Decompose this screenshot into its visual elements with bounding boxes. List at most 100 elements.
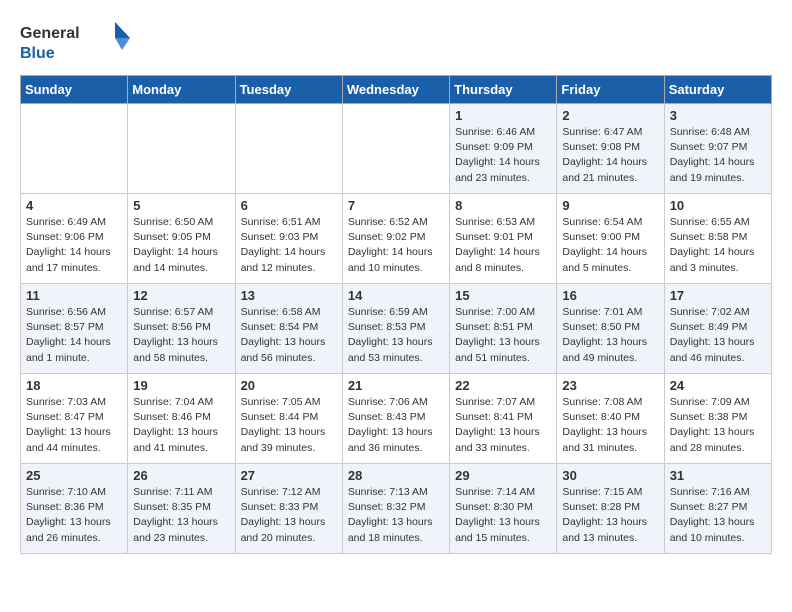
day-cell: 2Sunrise: 6:47 AM Sunset: 9:08 PM Daylig… xyxy=(557,104,664,194)
logo-icon: General Blue xyxy=(20,20,140,65)
day-number: 26 xyxy=(133,468,229,483)
day-cell: 24 Sunrise: 7:09 AM Sunset: 8:38 PM Dayli… xyxy=(664,374,771,464)
day-cell: 28 Sunrise: 7:13 AM Sunset: 8:32 PM Dayli… xyxy=(342,464,449,554)
day-cell: 9 Sunrise: 6:54 AM Sunset: 9:00 PM Daylig… xyxy=(557,194,664,284)
day-number: 31 xyxy=(670,468,766,483)
day-info: Sunrise: 6:59 AM Sunset: 8:53 PM Dayligh… xyxy=(348,305,444,366)
day-cell xyxy=(21,104,128,194)
day-info: Sunrise: 7:09 AM Sunset: 8:38 PM Dayligh… xyxy=(670,395,766,456)
day-info: Sunrise: 7:13 AM Sunset: 8:32 PM Dayligh… xyxy=(348,485,444,546)
day-cell: 17 Sunrise: 7:02 AM Sunset: 8:49 PM Dayli… xyxy=(664,284,771,374)
day-cell: 3 Sunrise: 6:48 AM Sunset: 9:07 PM Daylig… xyxy=(664,104,771,194)
col-header-thursday: Thursday xyxy=(450,76,557,104)
col-header-friday: Friday xyxy=(557,76,664,104)
day-cell: 31 Sunrise: 7:16 AM Sunset: 8:27 PM Dayli… xyxy=(664,464,771,554)
day-cell: 13 Sunrise: 6:58 AM Sunset: 8:54 PM Dayli… xyxy=(235,284,342,374)
day-cell: 10Sunrise: 6:55 AM Sunset: 8:58 PM Dayli… xyxy=(664,194,771,284)
svg-text:General: General xyxy=(20,25,80,42)
day-number: 25 xyxy=(26,468,122,483)
day-number: 7 xyxy=(348,198,444,213)
day-cell: 8Sunrise: 6:53 AM Sunset: 9:01 PM Daylig… xyxy=(450,194,557,284)
day-info: Sunrise: 6:57 AM Sunset: 8:56 PM Dayligh… xyxy=(133,305,229,366)
day-info: Sunrise: 7:08 AM Sunset: 8:40 PM Dayligh… xyxy=(562,395,658,456)
day-info: Sunrise: 7:05 AM Sunset: 8:44 PM Dayligh… xyxy=(241,395,337,456)
day-number: 30 xyxy=(562,468,658,483)
day-number: 11 xyxy=(26,288,122,303)
col-header-monday: Monday xyxy=(128,76,235,104)
day-cell: 27 Sunrise: 7:12 AM Sunset: 8:33 PM Dayli… xyxy=(235,464,342,554)
svg-text:Blue: Blue xyxy=(20,45,55,62)
week-row-3: 11 Sunrise: 6:56 AM Sunset: 8:57 PM Dayli… xyxy=(21,284,772,374)
day-info: Sunrise: 6:56 AM Sunset: 8:57 PM Dayligh… xyxy=(26,305,122,366)
day-info: Sunrise: 7:16 AM Sunset: 8:27 PM Dayligh… xyxy=(670,485,766,546)
day-info: Sunrise: 7:04 AM Sunset: 8:46 PM Dayligh… xyxy=(133,395,229,456)
day-number: 13 xyxy=(241,288,337,303)
day-info: Sunrise: 7:12 AM Sunset: 8:33 PM Dayligh… xyxy=(241,485,337,546)
day-info: Sunrise: 7:14 AM Sunset: 8:30 PM Dayligh… xyxy=(455,485,551,546)
day-cell: 5 Sunrise: 6:50 AM Sunset: 9:05 PM Daylig… xyxy=(128,194,235,284)
day-info: Sunrise: 6:48 AM Sunset: 9:07 PM Dayligh… xyxy=(670,125,766,186)
day-cell xyxy=(342,104,449,194)
day-info: Sunrise: 7:02 AM Sunset: 8:49 PM Dayligh… xyxy=(670,305,766,366)
day-number: 23 xyxy=(562,378,658,393)
day-number: 15 xyxy=(455,288,551,303)
day-number: 20 xyxy=(241,378,337,393)
day-number: 12 xyxy=(133,288,229,303)
day-number: 9 xyxy=(562,198,658,213)
col-header-tuesday: Tuesday xyxy=(235,76,342,104)
calendar-table: SundayMondayTuesdayWednesdayThursdayFrid… xyxy=(20,75,772,554)
day-cell: 14 Sunrise: 6:59 AM Sunset: 8:53 PM Dayli… xyxy=(342,284,449,374)
logo: General Blue xyxy=(20,20,140,65)
day-number: 5 xyxy=(133,198,229,213)
day-number: 17 xyxy=(670,288,766,303)
day-cell: 12 Sunrise: 6:57 AM Sunset: 8:56 PM Dayli… xyxy=(128,284,235,374)
day-info: Sunrise: 6:55 AM Sunset: 8:58 PM Dayligh… xyxy=(670,215,766,276)
week-row-4: 18 Sunrise: 7:03 AM Sunset: 8:47 PM Dayli… xyxy=(21,374,772,464)
day-number: 1 xyxy=(455,108,551,123)
day-number: 14 xyxy=(348,288,444,303)
day-info: Sunrise: 7:01 AM Sunset: 8:50 PM Dayligh… xyxy=(562,305,658,366)
week-row-5: 25 Sunrise: 7:10 AM Sunset: 8:36 PM Dayli… xyxy=(21,464,772,554)
day-number: 4 xyxy=(26,198,122,213)
day-info: Sunrise: 6:46 AM Sunset: 9:09 PM Dayligh… xyxy=(455,125,551,186)
day-cell: 16 Sunrise: 7:01 AM Sunset: 8:50 PM Dayli… xyxy=(557,284,664,374)
page-header: General Blue xyxy=(20,20,772,65)
day-info: Sunrise: 6:58 AM Sunset: 8:54 PM Dayligh… xyxy=(241,305,337,366)
day-info: Sunrise: 6:51 AM Sunset: 9:03 PM Dayligh… xyxy=(241,215,337,276)
day-number: 6 xyxy=(241,198,337,213)
day-cell: 19 Sunrise: 7:04 AM Sunset: 8:46 PM Dayli… xyxy=(128,374,235,464)
day-info: Sunrise: 6:50 AM Sunset: 9:05 PM Dayligh… xyxy=(133,215,229,276)
day-cell: 4Sunrise: 6:49 AM Sunset: 9:06 PM Daylig… xyxy=(21,194,128,284)
col-header-sunday: Sunday xyxy=(21,76,128,104)
day-cell: 22 Sunrise: 7:07 AM Sunset: 8:41 PM Dayli… xyxy=(450,374,557,464)
day-number: 18 xyxy=(26,378,122,393)
day-cell xyxy=(235,104,342,194)
day-number: 22 xyxy=(455,378,551,393)
week-row-1: 1 Sunrise: 6:46 AM Sunset: 9:09 PM Daylig… xyxy=(21,104,772,194)
day-number: 27 xyxy=(241,468,337,483)
day-number: 2 xyxy=(562,108,658,123)
day-info: Sunrise: 6:52 AM Sunset: 9:02 PM Dayligh… xyxy=(348,215,444,276)
col-header-wednesday: Wednesday xyxy=(342,76,449,104)
day-info: Sunrise: 6:54 AM Sunset: 9:00 PM Dayligh… xyxy=(562,215,658,276)
day-info: Sunrise: 7:07 AM Sunset: 8:41 PM Dayligh… xyxy=(455,395,551,456)
day-cell: 26Sunrise: 7:11 AM Sunset: 8:35 PM Dayli… xyxy=(128,464,235,554)
day-cell: 30Sunrise: 7:15 AM Sunset: 8:28 PM Dayli… xyxy=(557,464,664,554)
day-info: Sunrise: 7:10 AM Sunset: 8:36 PM Dayligh… xyxy=(26,485,122,546)
day-cell: 18 Sunrise: 7:03 AM Sunset: 8:47 PM Dayli… xyxy=(21,374,128,464)
week-row-2: 4Sunrise: 6:49 AM Sunset: 9:06 PM Daylig… xyxy=(21,194,772,284)
header-row: SundayMondayTuesdayWednesdayThursdayFrid… xyxy=(21,76,772,104)
day-info: Sunrise: 7:03 AM Sunset: 8:47 PM Dayligh… xyxy=(26,395,122,456)
day-number: 24 xyxy=(670,378,766,393)
day-cell xyxy=(128,104,235,194)
day-number: 19 xyxy=(133,378,229,393)
day-cell: 20 Sunrise: 7:05 AM Sunset: 8:44 PM Dayli… xyxy=(235,374,342,464)
day-number: 3 xyxy=(670,108,766,123)
day-number: 16 xyxy=(562,288,658,303)
day-number: 29 xyxy=(455,468,551,483)
day-cell: 15Sunrise: 7:00 AM Sunset: 8:51 PM Dayli… xyxy=(450,284,557,374)
day-number: 28 xyxy=(348,468,444,483)
day-cell: 11 Sunrise: 6:56 AM Sunset: 8:57 PM Dayli… xyxy=(21,284,128,374)
day-number: 8 xyxy=(455,198,551,213)
day-cell: 21Sunrise: 7:06 AM Sunset: 8:43 PM Dayli… xyxy=(342,374,449,464)
